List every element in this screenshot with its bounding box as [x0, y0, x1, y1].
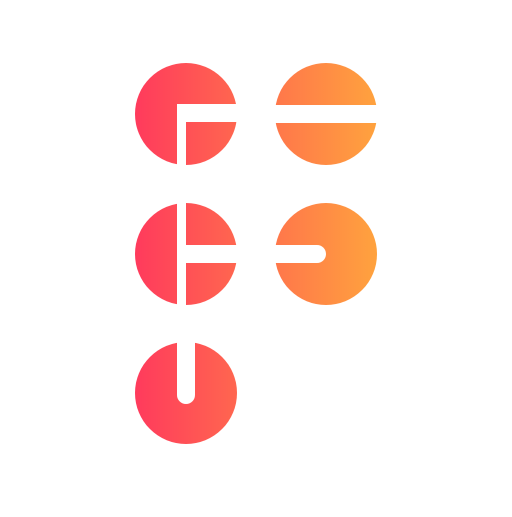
app-logo	[0, 0, 512, 512]
cut-horizontal-fill	[270, 245, 290, 263]
logo-background	[0, 0, 512, 512]
cut-horizontal	[177, 104, 239, 122]
cut-vertical-fill	[177, 338, 195, 358]
cut-horizontal	[177, 245, 239, 263]
cut-horizontal	[270, 105, 382, 123]
f-dots-logo-icon	[0, 0, 512, 512]
